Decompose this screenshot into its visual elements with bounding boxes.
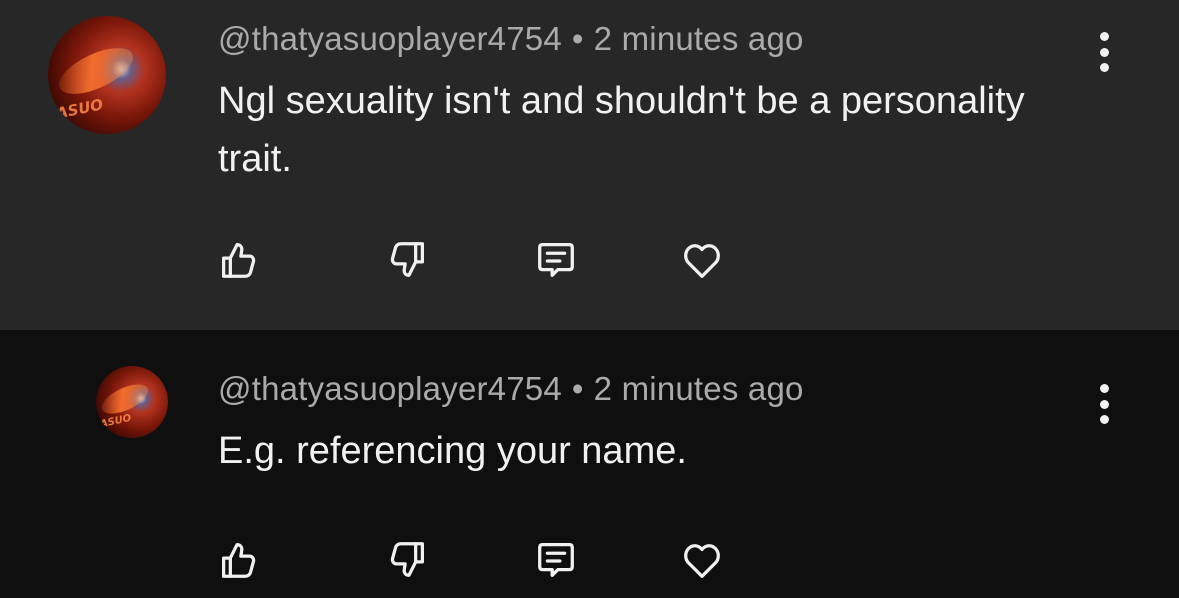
avatar-text: ASUO [54,95,105,123]
comment-timestamp[interactable]: 2 minutes ago [594,370,804,407]
dislike-button[interactable] [384,236,432,284]
comment-text: E.g. referencing your name. [218,430,687,472]
more-dot [1099,399,1109,409]
avatar-art [52,38,140,104]
heart-icon [684,544,720,578]
reply-button[interactable] [532,236,580,284]
comment-timestamp[interactable]: 2 minutes ago [594,20,804,57]
avatar[interactable]: ASUO [48,16,166,134]
heart-icon [684,244,720,278]
more-dot [1099,63,1109,72]
comment-text: Ngl sexuality isn't and shouldn't be a p… [218,80,1025,180]
more-dot [1099,384,1109,393]
comment-meta: @thatyasuoplayer4754 • 2 minutes ago [218,370,804,408]
heart-button[interactable] [678,236,726,284]
like-button[interactable] [214,536,262,584]
comment-author[interactable]: @thatyasuoplayer4754 [218,370,562,407]
heart-button[interactable] [678,536,726,584]
meta-separator: • [571,20,584,57]
more-vertical-icon[interactable] [1092,32,1116,72]
thumbs-up-icon [221,543,256,578]
thumbs-down-icon [390,242,425,277]
more-dot [1099,32,1109,41]
avatar[interactable]: ASUO [96,366,168,438]
reply-button[interactable] [532,536,580,584]
meta-separator: • [571,370,584,407]
comment-reply: ASUO @thatyasuoplayer4754 • 2 minutes ago … [0,330,1179,598]
thumbs-down-icon [390,542,425,577]
dislike-button[interactable] [384,536,432,584]
more-vertical-icon[interactable] [1092,384,1116,424]
comment-meta: @thatyasuoplayer4754 • 2 minutes ago [218,20,804,58]
comment-author[interactable]: @thatyasuoplayer4754 [218,20,562,57]
thumbs-up-icon [221,243,256,278]
more-dot [1099,47,1109,57]
comment-highlighted: ASUO @thatyasuoplayer4754 • 2 minutes ago … [0,0,1179,330]
reply-comment-icon [538,243,574,277]
reply-comment-icon [538,543,574,577]
avatar-text: ASUO [99,412,133,431]
more-dot [1099,415,1109,424]
like-button[interactable] [214,236,262,284]
